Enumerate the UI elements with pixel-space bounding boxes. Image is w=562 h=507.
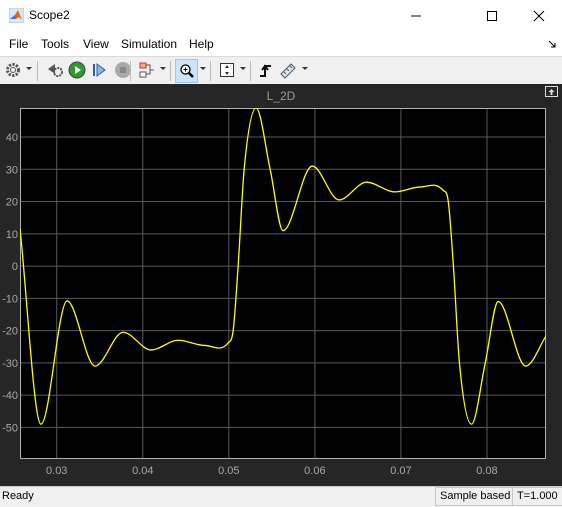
gear-icon: [6, 63, 20, 77]
separator: [210, 61, 211, 81]
signal-selector-button[interactable]: [137, 60, 157, 80]
scale-axes-icon: [220, 63, 234, 77]
simulation-time: T=1.000: [512, 487, 562, 506]
signal-selector-icon: [139, 62, 154, 78]
y-tick-label: -40: [2, 390, 18, 402]
separator: [130, 61, 131, 81]
y-tick-label: 10: [6, 229, 18, 241]
y-tick-label: 20: [6, 197, 18, 209]
settings-dropdown[interactable]: [26, 67, 32, 70]
x-tick-label: 0.07: [390, 465, 411, 477]
separator: [37, 61, 38, 81]
x-tick-label: 0.04: [132, 465, 153, 477]
status-text: Ready: [2, 490, 34, 502]
triggers-icon: [260, 64, 271, 77]
x-tick-label: 0.06: [304, 465, 325, 477]
step-forward-icon: [93, 63, 106, 77]
minimize-icon: [411, 15, 421, 17]
step-forward-button[interactable]: [89, 60, 109, 80]
scope-plot[interactable]: 0.03 0.04 0.05 0.06 0.07 0.08 40 30 20 10 0 -10 -20 -…: [0, 84, 562, 486]
zoom-dropdown[interactable]: [200, 67, 206, 70]
y-tick-label: 30: [6, 164, 18, 176]
menu-view[interactable]: View: [83, 37, 109, 51]
x-tick-label: 0.05: [218, 465, 239, 477]
run-icon: [68, 61, 86, 79]
scale-axes-dropdown[interactable]: [240, 67, 246, 70]
menu-tools[interactable]: Tools: [41, 37, 69, 51]
step-back-icon: [48, 64, 63, 77]
zoom-in-icon: [179, 64, 194, 78]
menu-help[interactable]: Help: [189, 37, 214, 51]
settings-button[interactable]: [3, 60, 23, 80]
toolbar: [0, 56, 562, 85]
signal-selector-dropdown[interactable]: [160, 67, 166, 70]
y-tick-label: 0: [12, 261, 18, 273]
triggers-button[interactable]: [256, 60, 276, 80]
separator: [250, 61, 251, 81]
maximize-button[interactable]: [469, 0, 515, 32]
dock-arrow-icon[interactable]: [548, 40, 556, 48]
scale-axes-button[interactable]: [217, 60, 237, 80]
measurements-button[interactable]: [278, 60, 298, 80]
status-bar: Ready Sample based T=1.000: [0, 486, 562, 507]
close-button[interactable]: [516, 0, 562, 32]
run-button[interactable]: [67, 60, 87, 80]
plot-area: [20, 108, 546, 459]
y-tick-label: -50: [2, 422, 18, 434]
scope-display: L_2D 0.03 0.04 0.05 0.06 0.07 0.08 40 30 20 10 0 -1…: [0, 84, 562, 486]
y-tick-label: -20: [2, 326, 18, 338]
menu-simulation[interactable]: Simulation: [121, 37, 177, 51]
step-back-button[interactable]: [45, 60, 65, 80]
x-tick-label: 0.08: [476, 465, 497, 477]
measurements-dropdown[interactable]: [302, 67, 308, 70]
close-icon: [533, 10, 545, 22]
maximize-icon: [487, 11, 497, 21]
matlab-logo-icon: [9, 8, 24, 23]
menu-file[interactable]: File: [9, 37, 28, 51]
y-tick-label: -30: [2, 358, 18, 370]
measurements-icon: [280, 63, 296, 79]
sampling-mode: Sample based: [435, 487, 516, 506]
minimize-button[interactable]: [393, 0, 439, 32]
menu-bar: File Tools View Simulation Help: [0, 32, 562, 56]
title-bar: Scope2: [0, 0, 562, 32]
x-tick-label: 0.03: [46, 465, 67, 477]
window-title: Scope2: [29, 8, 70, 22]
y-tick-label: 40: [6, 132, 18, 144]
y-tick-label: -10: [2, 293, 18, 305]
zoom-in-button[interactable]: [175, 59, 198, 83]
separator: [170, 61, 171, 81]
